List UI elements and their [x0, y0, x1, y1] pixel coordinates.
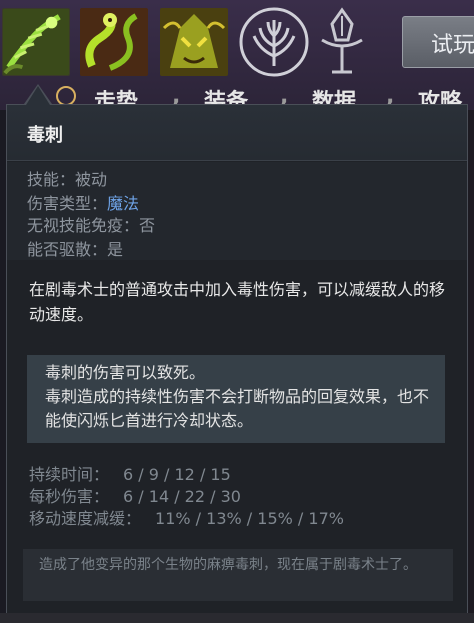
property-row: 能否驱散：是	[27, 236, 123, 260]
ability-description: 在剧毒术士的普通攻击中加入毒性伤害，可以减缓敌人的移动速度。	[29, 280, 446, 324]
ability-note: 毒刺的伤害可以致死。 毒刺造成的持续性伤害不会打断物品的回复效果，也不能使闪烁匕…	[27, 355, 445, 443]
note-text: 毒刺的伤害可以致死。 毒刺造成的持续性伤害不会打断物品的回复效果，也不能使闪烁匕…	[45, 363, 430, 430]
property-label: 能否驱散：	[27, 240, 108, 259]
talent-tree-icon[interactable]	[238, 6, 310, 78]
tooltip-header: 毒刺	[7, 105, 467, 161]
property-label: 伤害类型：	[27, 194, 108, 213]
tooltip-pointer-inner	[26, 86, 50, 105]
ability-properties: 技能：被动 伤害类型：魔法 无视技能免疫：否 能否驱散：是	[7, 162, 467, 260]
ability-tooltip: 毒刺 技能：被动 伤害类型：魔法 无视技能免疫：否 能否驱散：是 在剧毒术士的普…	[6, 104, 468, 623]
stat-value: 11% / 13% / 15% / 17%	[155, 509, 344, 528]
lore-text: 造成了他变异的那个生物的麻痹毒刺，现在属于剧毒术士了。	[39, 557, 417, 573]
trend-icon	[56, 86, 76, 106]
property-row: 技能：被动	[27, 166, 107, 190]
stat-row: 移动速度减缓： 11% / 13% / 15% / 17%	[29, 505, 449, 528]
property-row: 无视技能免疫：否	[27, 212, 155, 236]
stat-value: 6 / 14 / 22 / 30	[123, 487, 241, 506]
stat-label: 每秒伤害：	[29, 487, 110, 506]
try-button[interactable]: 试玩	[402, 16, 474, 68]
property-label: 无视技能免疫：	[27, 216, 140, 235]
property-label: 技能：	[27, 170, 76, 189]
ability-lore: 造成了他变异的那个生物的麻痹毒刺，现在属于剧毒术士了。	[23, 549, 453, 601]
property-value: 是	[107, 240, 124, 259]
property-value: 被动	[75, 170, 108, 189]
venomous-coil-icon[interactable]	[80, 8, 148, 76]
stat-value: 6 / 9 / 12 / 15	[123, 465, 231, 484]
stat-label: 移动速度减缓：	[29, 509, 142, 528]
ability-stats: 持续时间： 6 / 9 / 12 / 15 每秒伤害： 6 / 14 / 22 / …	[29, 461, 449, 528]
stat-row: 持续时间： 6 / 9 / 12 / 15	[29, 461, 449, 484]
property-value: 否	[139, 216, 156, 235]
property-row: 伤害类型：魔法	[27, 190, 139, 214]
aghanims-scepter-icon[interactable]	[314, 6, 370, 78]
ability-name: 毒刺	[27, 125, 63, 146]
page-bottom-strip	[0, 613, 474, 623]
stat-row: 每秒伤害： 6 / 14 / 22 / 30	[29, 483, 449, 506]
poison-sting-icon[interactable]	[2, 8, 70, 76]
stat-label: 持续时间：	[29, 465, 110, 484]
serpent-mask-icon[interactable]	[160, 8, 228, 76]
damage-type-value: 魔法	[107, 194, 140, 213]
